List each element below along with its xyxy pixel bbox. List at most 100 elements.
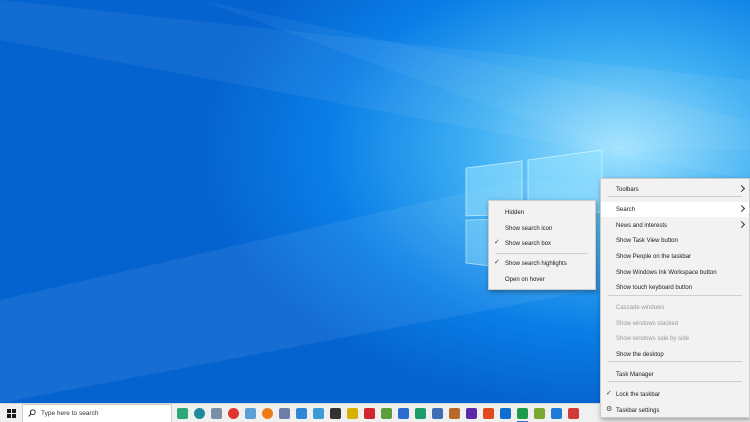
menu-item-taskbar-settings[interactable]: ⚙ Taskbar settings (601, 403, 749, 418)
taskbar-app-button[interactable] (497, 404, 514, 422)
mail-app-icon (211, 407, 222, 419)
app-icon (296, 407, 307, 419)
menu-item-search[interactable]: Search (601, 202, 749, 217)
search-icon (28, 409, 36, 417)
app-icon (347, 407, 358, 419)
taskbar-app-button[interactable] (310, 404, 327, 422)
chevron-right-icon (737, 220, 746, 229)
menu-item-label: Show search highlights (505, 260, 567, 267)
app-icon (313, 407, 324, 419)
menu-item-show-touch-keyboard-button[interactable]: Show touch keyboard button (601, 280, 749, 295)
chevron-right-icon (737, 204, 746, 213)
app-icon (279, 407, 290, 419)
taskbar-app-button[interactable] (327, 404, 344, 422)
menu-item-show-people-on-the-taskbar[interactable]: Show People on the taskbar (601, 249, 749, 264)
app-icon (568, 407, 579, 419)
taskbar-pinned-apps (174, 404, 582, 422)
menu-item-label: Taskbar settings (616, 407, 660, 414)
windows-logo-icon (6, 408, 16, 418)
menu-item-label: News and interests (616, 222, 668, 229)
menu-item-label: Show Windows Ink Workspace button (616, 269, 717, 276)
menu-item-label: Toolbars (616, 186, 639, 193)
checkmark-app-icon (330, 407, 341, 419)
taskbar-app-button[interactable] (412, 404, 429, 422)
menu-item-label: Show the desktop (616, 351, 664, 358)
menu-item-show-windows-side-by-side: Show windows side by side (601, 331, 749, 346)
submenu-item-open-on-hover[interactable]: Open on hover (489, 272, 595, 287)
app-icon (500, 407, 511, 419)
menu-item-show-task-view-button[interactable]: Show Task View button (601, 233, 749, 248)
app-icon (381, 407, 392, 419)
taskbar-app-button[interactable] (429, 404, 446, 422)
taskbar-app-button[interactable] (480, 404, 497, 422)
taskbar-app-button[interactable] (531, 404, 548, 422)
menu-item-cascade-windows: Cascade windows (601, 300, 749, 315)
menu-item-label: Show touch keyboard button (616, 284, 693, 291)
menu-item-label: Show windows side by side (616, 335, 690, 342)
taskbar-search-box[interactable]: Type here to search (22, 403, 172, 422)
menu-separator (608, 295, 742, 296)
app-icon (551, 407, 562, 419)
taskbar-app-button[interactable] (446, 404, 463, 422)
app-icon (466, 407, 477, 419)
taskbar-app-button[interactable] (361, 404, 378, 422)
taskbar-app-button[interactable] (344, 404, 361, 422)
app-icon (245, 407, 256, 419)
menu-item-show-the-desktop[interactable]: Show the desktop (601, 347, 749, 362)
checkmark-icon: ✓ (494, 239, 500, 246)
search-submenu: Hidden Show search icon ✓ Show search box ✓ S… (488, 200, 596, 290)
menu-item-label: Lock the taskbar (616, 391, 661, 398)
taskbar-context-menu: Toolbars Search News and interests Show Tas… (600, 178, 750, 418)
taskbar-app-button[interactable] (242, 404, 259, 422)
taskbar-app-button[interactable] (378, 404, 395, 422)
checkmark-icon: ✓ (494, 259, 500, 266)
menu-separator (496, 253, 588, 254)
submenu-item-hidden[interactable]: Hidden (489, 205, 595, 220)
app-icon (517, 407, 528, 419)
submenu-item-show-search-icon[interactable]: Show search icon (489, 221, 595, 236)
taskbar-app-button[interactable] (174, 404, 191, 422)
taskbar-app-button[interactable] (293, 404, 310, 422)
submenu-item-show-search-box[interactable]: ✓ Show search box (489, 236, 595, 251)
chrome-icon (228, 407, 239, 419)
app-icon (415, 407, 426, 419)
firefox-icon (262, 407, 273, 419)
app-icon (432, 407, 443, 419)
gear-icon: ⚙ (606, 406, 613, 413)
menu-item-label: Task Manager (616, 371, 654, 378)
globe-app-icon (194, 407, 205, 419)
taskbar-app-button[interactable] (548, 404, 565, 422)
menu-item-label: Show People on the taskbar (616, 253, 692, 260)
checkmark-icon: ✓ (606, 390, 612, 397)
menu-item-label: Show windows stacked (616, 320, 679, 327)
taskbar-app-button[interactable] (395, 404, 412, 422)
start-button[interactable] (0, 404, 22, 422)
app-icon (534, 407, 545, 419)
taskbar-app-button[interactable] (463, 404, 480, 422)
menu-item-label: Cascade windows (616, 304, 665, 311)
menu-item-label: Show search icon (505, 225, 553, 232)
menu-item-toolbars[interactable]: Toolbars (601, 182, 749, 197)
brave-icon (483, 407, 494, 419)
taskbar-app-button[interactable] (565, 404, 582, 422)
taskbar-app-button[interactable] (259, 404, 276, 422)
menu-item-lock-the-taskbar[interactable]: ✓ Lock the taskbar (601, 387, 749, 402)
chevron-right-icon (737, 184, 746, 193)
feather-app-icon (177, 407, 188, 419)
taskbar-app-button[interactable] (514, 404, 531, 422)
taskbar-app-button[interactable] (208, 404, 225, 422)
app-icon (449, 407, 460, 419)
menu-item-show-windows-stacked: Show windows stacked (601, 316, 749, 331)
taskbar-app-button[interactable] (225, 404, 242, 422)
search-placeholder: Type here to search (41, 409, 99, 417)
menu-item-task-manager[interactable]: Task Manager (601, 367, 749, 382)
menu-item-label: Search (616, 206, 636, 213)
taskbar-app-button[interactable] (276, 404, 293, 422)
menu-item-show-windows-ink-workspace-button[interactable]: Show Windows Ink Workspace button (601, 265, 749, 280)
app-icon (398, 407, 409, 419)
taskbar-app-button[interactable] (191, 404, 208, 422)
menu-item-label: Show search box (505, 240, 552, 247)
menu-item-news-and-interests[interactable]: News and interests (601, 218, 749, 233)
submenu-item-show-search-highlights[interactable]: ✓ Show search highlights (489, 256, 595, 271)
menu-item-label: Hidden (505, 209, 525, 216)
